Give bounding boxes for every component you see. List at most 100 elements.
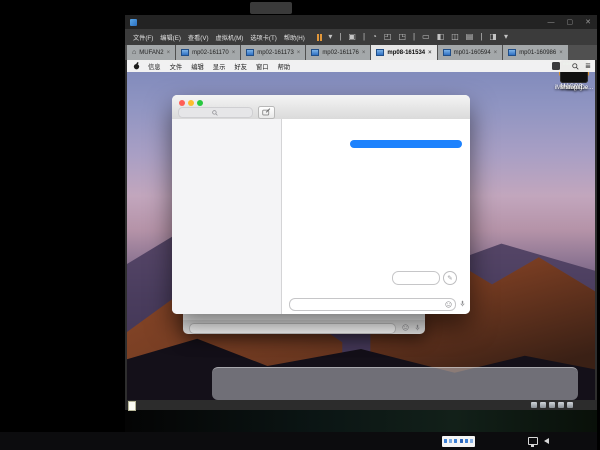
vmware-menu-item[interactable]: 虚拟机(M)	[216, 33, 244, 42]
link-bubble[interactable]	[392, 271, 440, 285]
vm-tab-label: mp08-161534	[387, 50, 425, 56]
tab-close-icon[interactable]: ×	[362, 50, 366, 56]
toolbar-layout-toggle-icon[interactable]: ▤	[466, 33, 474, 41]
tab-close-icon[interactable]: ×	[232, 50, 236, 56]
toolbar-fullscreen-arrow-icon[interactable]: ▾	[504, 33, 508, 41]
tab-close-icon[interactable]: ×	[428, 50, 432, 56]
vm-tab[interactable]: mp02-161170 ×	[176, 45, 240, 60]
chat-area	[282, 119, 470, 314]
tab-close-icon[interactable]: ×	[494, 50, 498, 56]
macos-menu-item[interactable]: 窗口	[256, 62, 269, 71]
window-minimize-button[interactable]: —	[548, 19, 555, 26]
toolbar-sep3-icon[interactable]: |	[413, 33, 415, 41]
messages-window	[172, 95, 470, 314]
sent-message-bubble[interactable]	[350, 140, 462, 148]
notification-center-icon[interactable]: ≣	[585, 62, 591, 70]
vmware-menu-item[interactable]: 选项卡(T)	[250, 33, 276, 42]
vm-tab-icon	[246, 49, 254, 56]
floppy-icon	[531, 402, 538, 408]
vmware-menu-item[interactable]: 帮助(H)	[284, 33, 305, 42]
imessage-input[interactable]	[189, 323, 396, 334]
vm-tab[interactable]: mp01-160594 ×	[438, 45, 503, 60]
dock	[212, 367, 578, 400]
macos-menu-item[interactable]: 编辑	[191, 62, 204, 71]
toolbar-snapshot-take-icon[interactable]: ◔	[372, 33, 377, 41]
macos-menu-item[interactable]: 好友	[234, 62, 247, 71]
microphone-icon[interactable]	[459, 300, 466, 307]
vm-tab[interactable]: mp01-160986 ×	[503, 45, 568, 60]
vm-tab[interactable]: mp08-161534 ×	[371, 45, 436, 60]
vmware-menu-item[interactable]: 文件(F)	[133, 33, 153, 42]
apple-menu-icon[interactable]	[133, 62, 140, 70]
toolbar-sep4-icon[interactable]: |	[480, 33, 482, 41]
toolbar-snapshot-revert-icon[interactable]: ◰	[384, 33, 392, 41]
imessage-input[interactable]	[289, 298, 456, 311]
toolbar-vm-settings-icon[interactable]: ▣	[348, 33, 356, 41]
desktop-icon-label: stop...	[548, 85, 595, 91]
vm-tab-label: mp02-161173	[257, 50, 294, 56]
microphone-icon[interactable]	[414, 324, 421, 331]
minimize-button[interactable]	[188, 100, 194, 106]
macos-menu-item[interactable]: 帮助	[278, 62, 291, 71]
macos-menu-item[interactable]: 信息	[148, 62, 161, 71]
status-tip	[128, 401, 136, 411]
spotlight-icon[interactable]	[572, 63, 579, 70]
vm-tab-icon	[311, 49, 319, 56]
tab-close-icon[interactable]: ×	[167, 50, 171, 56]
zoom-button[interactable]	[197, 100, 203, 106]
toolbar-fullscreen-icon[interactable]: ◨	[489, 33, 497, 41]
vm-tab[interactable]: mp02-161176 ×	[306, 45, 370, 60]
vmware-window: — ▢ ✕ 文件(F) 编辑(E) 查看(V) 虚拟机(M) 选项卡(T) 帮助(H) ▾ | ▣…	[125, 15, 597, 410]
input-source-icon[interactable]	[552, 62, 560, 70]
vm-screen[interactable]: 信息文件编辑显示好友窗口帮助 ≣	[127, 60, 595, 400]
conversation-list	[172, 119, 282, 314]
vm-tab-label: MUFAN2	[139, 50, 163, 56]
toolbar-console-view-icon[interactable]: ▭	[422, 33, 430, 41]
network-tray-icon[interactable]	[528, 437, 538, 445]
hdd-icon	[540, 402, 547, 408]
window-maximize-button[interactable]: ▢	[567, 18, 574, 26]
emoji-icon[interactable]	[445, 301, 452, 308]
emoji-icon[interactable]	[402, 324, 409, 331]
macos-menu-item[interactable]: 文件	[170, 62, 183, 71]
system-tray	[522, 432, 555, 450]
window-close-button[interactable]: ✕	[585, 18, 591, 26]
messages-toolbar[interactable]	[172, 95, 470, 120]
vm-tab[interactable]: MUFAN2 ×	[127, 45, 175, 60]
vm-tab-icon	[181, 49, 189, 56]
vmware-menu-item[interactable]: 查看(V)	[188, 33, 209, 42]
compose-button[interactable]	[258, 106, 275, 119]
vm-tab-label: mp02-161170	[192, 50, 229, 56]
vm-tab-icon	[508, 49, 516, 56]
vmware-tab-strip: MUFAN2 × mp02-161170 × mp02-161173 ×	[125, 45, 597, 60]
toolbar-pause-arrow-icon[interactable]: ▾	[328, 33, 332, 41]
vm-tab-icon	[376, 49, 384, 56]
tab-close-icon[interactable]: ×	[559, 50, 563, 56]
device-status-icons[interactable]	[531, 402, 574, 408]
macos-menu-item[interactable]: 显示	[213, 62, 226, 71]
pause-button[interactable]	[317, 34, 323, 41]
vm-tab-label: mp01-160986	[519, 50, 556, 56]
vmware-title-bar[interactable]: — ▢ ✕	[125, 15, 597, 29]
volume-tray-icon[interactable]	[544, 438, 549, 444]
vm-tab[interactable]: mp02-161173 ×	[241, 45, 305, 60]
toolbar-unity-view-icon[interactable]: ◫	[451, 33, 459, 41]
pencil-icon[interactable]	[443, 271, 457, 285]
usb-icon	[567, 402, 574, 408]
macos-menubar: 信息文件编辑显示好友窗口帮助 ≣	[127, 60, 595, 72]
toolbar-snapshot-manager-icon[interactable]: ◳	[398, 33, 406, 41]
vm-tab-icon	[443, 49, 451, 56]
toolbar-sep1-icon[interactable]: |	[339, 33, 341, 41]
toolbar-library-toggle-icon[interactable]: ◧	[437, 33, 445, 41]
vm-tab-icon	[132, 49, 136, 56]
host-desktop[interactable]	[125, 410, 597, 432]
vmware-menu-bar: 文件(F) 编辑(E) 查看(V) 虚拟机(M) 选项卡(T) 帮助(H) ▾ | ▣ | ◔ ◰ ◳…	[125, 29, 597, 45]
search-icon	[212, 110, 218, 116]
toolbar-sep2-icon[interactable]: |	[363, 33, 365, 41]
close-button[interactable]	[179, 100, 185, 106]
search-input[interactable]	[178, 107, 253, 118]
ime-toolbar[interactable]	[442, 436, 475, 447]
compose-icon	[262, 108, 271, 116]
vmware-menu-item[interactable]: 编辑(E)	[160, 33, 181, 42]
tab-close-icon[interactable]: ×	[297, 50, 301, 56]
